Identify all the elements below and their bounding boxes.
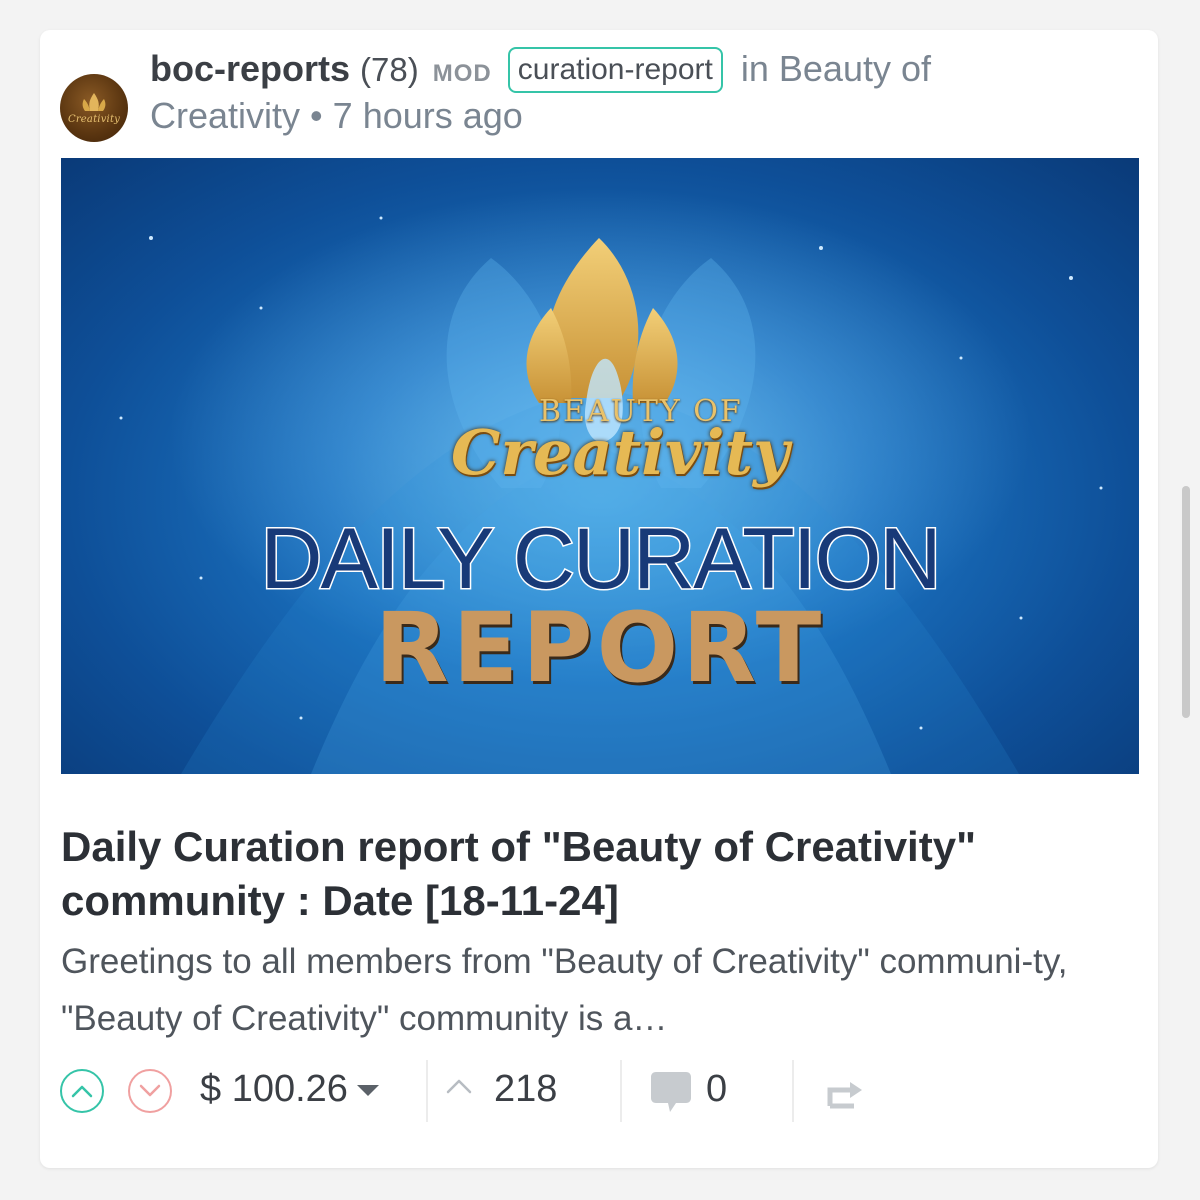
author-reputation: (78) — [360, 51, 419, 88]
chevron-down-icon — [139, 1084, 161, 1097]
post-meta: boc-reports (78) MOD curation-report in … — [150, 47, 1110, 137]
divider — [792, 1060, 794, 1122]
community-prefix[interactable]: in Beauty of — [741, 48, 931, 89]
community-link[interactable]: Creativity — [150, 95, 300, 136]
author-link[interactable]: boc-reports — [150, 48, 350, 89]
comment-count[interactable]: 0 — [706, 1068, 727, 1111]
mod-badge: MOD — [432, 60, 492, 87]
caret-down-icon[interactable] — [356, 1084, 380, 1098]
comment-bubble-icon[interactable] — [650, 1070, 692, 1114]
scrollbar[interactable] — [1182, 486, 1190, 718]
post-title[interactable]: Daily Curation report of "Beauty of Crea… — [61, 820, 1121, 928]
chevron-up-icon — [71, 1085, 93, 1098]
post-card[interactable]: Creativity boc-reports (78) MOD curation… — [40, 30, 1158, 1168]
post-footer: $ 100.26 218 0 — [60, 1060, 1140, 1126]
post-thumbnail[interactable]: BEAUTY OF Creativity DAILY CURATION REPO… — [61, 158, 1139, 774]
avatar[interactable]: Creativity — [60, 74, 128, 142]
avatar-label: Creativity — [67, 114, 121, 125]
payout-value[interactable]: $ 100.26 — [200, 1068, 348, 1111]
votes-chevron-up-icon — [446, 1079, 472, 1094]
banner-logo-line2: Creativity — [451, 416, 790, 489]
reblog-icon[interactable] — [824, 1074, 866, 1110]
post-header: Creativity boc-reports (78) MOD curation… — [60, 47, 1140, 158]
post-excerpt[interactable]: Greetings to all members from "Beauty of… — [61, 933, 1131, 1047]
downvote-button[interactable] — [128, 1069, 172, 1113]
community-logo-icon — [82, 93, 106, 111]
divider — [620, 1060, 622, 1122]
upvote-button[interactable] — [60, 1069, 104, 1113]
post-timestamp[interactable]: 7 hours ago — [333, 95, 523, 136]
tag-badge[interactable]: curation-report — [507, 47, 723, 93]
votes-count[interactable]: 218 — [494, 1068, 557, 1111]
divider — [426, 1060, 428, 1122]
banner-subheadline: REPORT — [374, 592, 826, 704]
meta-separator: • — [310, 95, 323, 136]
